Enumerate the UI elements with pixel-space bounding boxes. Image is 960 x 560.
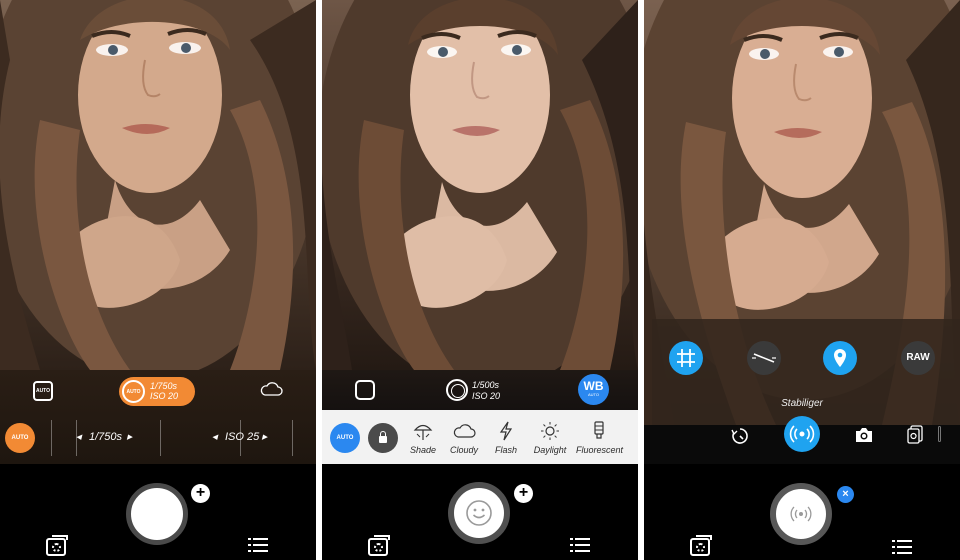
gallery-icon[interactable] xyxy=(368,535,390,556)
chevron-right-icon[interactable]: ▶ xyxy=(127,433,132,441)
more-indicator xyxy=(938,426,941,442)
shutter-speed-dial[interactable]: ◀ 1/750s ▶ xyxy=(76,425,136,451)
gallery-icon[interactable] xyxy=(46,535,68,556)
pill-iso: ISO 20 xyxy=(150,391,179,401)
close-icon[interactable]: × xyxy=(837,486,854,503)
grid-button[interactable] xyxy=(669,341,703,375)
shade-icon xyxy=(413,424,433,440)
camera-icon[interactable] xyxy=(854,426,874,444)
camera-screen-white-balance: 1/500s ISO 20 WB AUTO AUTO Shade Cloudy … xyxy=(322,0,638,560)
cloud-icon xyxy=(453,424,476,438)
shutter-button[interactable] xyxy=(770,483,832,545)
chevron-left-icon[interactable]: ◀ xyxy=(212,433,217,441)
auto-mode-icon[interactable]: AUTO xyxy=(33,381,53,401)
flash-icon xyxy=(499,421,513,441)
portrait-image xyxy=(322,0,638,370)
grid-icon xyxy=(677,349,695,367)
viewfinder-photo[interactable] xyxy=(0,0,316,370)
lens-icon[interactable] xyxy=(446,379,468,401)
list-icon[interactable] xyxy=(248,538,268,552)
viewfinder-photo[interactable] xyxy=(322,0,638,370)
wb-preset-shade[interactable]: Shade xyxy=(400,421,446,455)
smiley-icon xyxy=(466,500,492,526)
white-balance-button[interactable]: WB AUTO xyxy=(578,374,609,405)
camera-screen-settings: RAW Stabiliger × xyxy=(644,0,960,560)
location-button[interactable] xyxy=(823,341,857,375)
plus-icon[interactable]: + xyxy=(514,484,533,503)
wb-preset-daylight[interactable]: Daylight xyxy=(527,421,573,455)
fluorescent-icon xyxy=(594,421,604,439)
cloud-icon[interactable] xyxy=(259,381,283,397)
sun-icon xyxy=(541,422,559,440)
list-icon[interactable] xyxy=(892,540,912,554)
wb-lock-button[interactable] xyxy=(368,423,398,453)
auto-exposure-button[interactable]: AUTO xyxy=(5,423,35,453)
shutter-button[interactable] xyxy=(448,482,510,544)
aperture-ring-icon: AUTO xyxy=(122,380,145,403)
wb-preset-flash[interactable]: Flash xyxy=(483,421,529,455)
location-icon xyxy=(834,349,846,367)
exposure-pill[interactable]: AUTO 1/750s ISO 20 xyxy=(119,377,195,406)
dial-tick xyxy=(160,420,161,456)
burst-icon[interactable] xyxy=(906,424,924,444)
gallery-icon[interactable] xyxy=(690,535,712,556)
level-icon xyxy=(752,353,776,363)
level-button[interactable] xyxy=(747,341,781,375)
lock-icon xyxy=(379,431,387,443)
pill-shutter-speed: 1/750s xyxy=(150,381,178,391)
dial-tick xyxy=(51,420,52,456)
stabilizer-shutter-icon xyxy=(790,506,812,522)
timer-icon[interactable] xyxy=(729,425,751,447)
wb-auto-button[interactable]: AUTO xyxy=(330,423,360,453)
chevron-right-icon[interactable]: ▶ xyxy=(262,433,267,441)
plus-icon[interactable]: + xyxy=(191,484,210,503)
exposure-iso: ISO 20 xyxy=(472,391,501,401)
raw-button[interactable]: RAW xyxy=(901,341,935,375)
frame-icon[interactable] xyxy=(355,380,375,400)
stabilizer-label: Stabiliger xyxy=(781,398,823,409)
chevron-left-icon[interactable]: ◀ xyxy=(76,433,81,441)
dial-tick xyxy=(292,420,293,456)
iso-dial[interactable]: ◀ ISO 25 ▶ xyxy=(212,425,272,451)
shutter-button[interactable] xyxy=(126,483,188,545)
wb-preset-cloudy[interactable]: Cloudy xyxy=(441,421,487,455)
exposure-shutter: 1/500s xyxy=(472,380,500,390)
stabilizer-button[interactable] xyxy=(784,416,820,452)
stabilizer-icon xyxy=(789,425,815,443)
list-icon[interactable] xyxy=(570,538,590,552)
portrait-image xyxy=(0,0,316,370)
wb-preset-fluorescent[interactable]: Fluorescent xyxy=(576,421,623,455)
camera-screen-exposure: AUTO AUTO 1/750s ISO 20 AUTO ◀ 1/750s ▶ … xyxy=(0,0,316,560)
